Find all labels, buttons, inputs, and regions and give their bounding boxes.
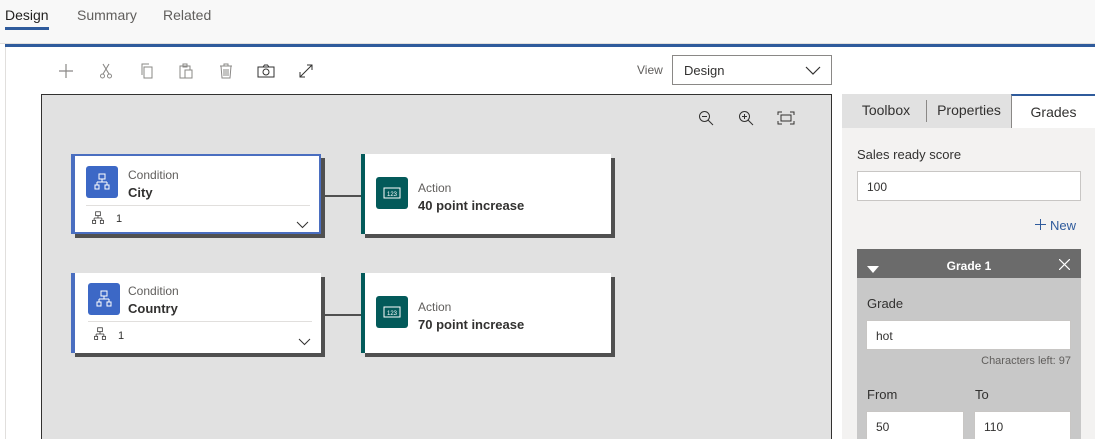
node-connector (325, 195, 361, 197)
grade-input[interactable]: hot (866, 320, 1071, 350)
action-node-40[interactable]: 123 Action 40 point increase (361, 154, 611, 234)
chevron-down-icon[interactable] (298, 333, 311, 351)
grade-header: Grade 1 (857, 249, 1081, 278)
branch-icon (93, 327, 107, 346)
cut-icon[interactable] (96, 61, 116, 81)
chevron-down-icon[interactable] (296, 216, 309, 234)
tab-design[interactable]: Design (5, 7, 49, 23)
zoom-out-icon[interactable] (696, 108, 716, 128)
action-value: 40 point increase (418, 198, 525, 213)
top-tab-bar: Design Summary Related (0, 0, 1095, 44)
view-dropdown-value: Design (684, 63, 725, 78)
condition-value: Country (128, 301, 178, 316)
node-divider (88, 321, 312, 322)
delete-icon[interactable] (216, 61, 236, 81)
condition-title: Condition (128, 284, 179, 298)
condition-value: City (128, 185, 153, 200)
branch-icon (91, 211, 105, 230)
tab-summary[interactable]: Summary (77, 7, 137, 23)
new-grade-button[interactable]: New (1035, 218, 1076, 233)
branch-count: 1 (118, 330, 125, 342)
score-icon: 123 (376, 177, 408, 209)
zoom-in-icon[interactable] (736, 108, 756, 128)
active-tab-indicator (5, 27, 49, 30)
tab-related[interactable]: Related (163, 7, 211, 23)
panel-tab-bar: Toolbox Properties Grades (842, 94, 1095, 128)
expand-icon[interactable] (296, 61, 316, 81)
action-node-70[interactable]: 123 Action 70 point increase (361, 273, 611, 353)
grade-title: Grade 1 (946, 259, 992, 273)
score-icon: 123 (376, 296, 408, 328)
from-input[interactable]: 50 (866, 411, 964, 439)
action-value: 70 point increase (418, 317, 525, 332)
add-icon[interactable] (56, 61, 76, 81)
view-label: View (637, 63, 663, 77)
view-dropdown[interactable]: Design (672, 55, 832, 85)
snapshot-icon[interactable] (256, 61, 276, 81)
condition-title: Condition (128, 168, 179, 182)
tab-toolbox[interactable]: Toolbox (846, 94, 926, 128)
action-title: Action (418, 300, 452, 314)
sales-ready-score-input[interactable]: 100 (857, 171, 1081, 201)
to-input[interactable]: 110 (974, 411, 1071, 439)
from-label: From (867, 387, 898, 402)
tab-separator (926, 100, 927, 122)
node-connector (325, 314, 361, 316)
grade-card: Grade 1 Grade hot Characters left: 97 Fr… (857, 249, 1081, 439)
fit-to-screen-icon[interactable] (776, 108, 796, 128)
condition-branch-icon (88, 283, 120, 315)
node-divider (86, 205, 310, 206)
plus-icon (1035, 218, 1046, 233)
svg-text:123: 123 (387, 311, 398, 317)
action-title: Action (418, 181, 452, 195)
design-canvas[interactable] (41, 94, 832, 439)
paste-icon[interactable] (176, 61, 196, 81)
to-label: To (975, 387, 989, 402)
tab-grades[interactable]: Grades (1011, 94, 1095, 128)
grade-label: Grade (867, 296, 904, 311)
tab-properties[interactable]: Properties (928, 94, 1010, 128)
close-icon[interactable] (1058, 257, 1071, 275)
condition-branch-icon (86, 166, 118, 198)
characters-left: Characters left: 97 (981, 355, 1071, 367)
copy-icon[interactable] (137, 61, 157, 81)
branch-count: 1 (116, 213, 123, 225)
condition-node-city[interactable]: Condition City 1 (71, 154, 321, 234)
svg-text:123: 123 (387, 192, 398, 198)
new-grade-label: New (1050, 218, 1077, 233)
chevron-down-icon (805, 64, 821, 79)
sales-ready-score-label: Sales ready score (857, 147, 962, 162)
condition-node-country[interactable]: Condition Country 1 (71, 273, 321, 353)
